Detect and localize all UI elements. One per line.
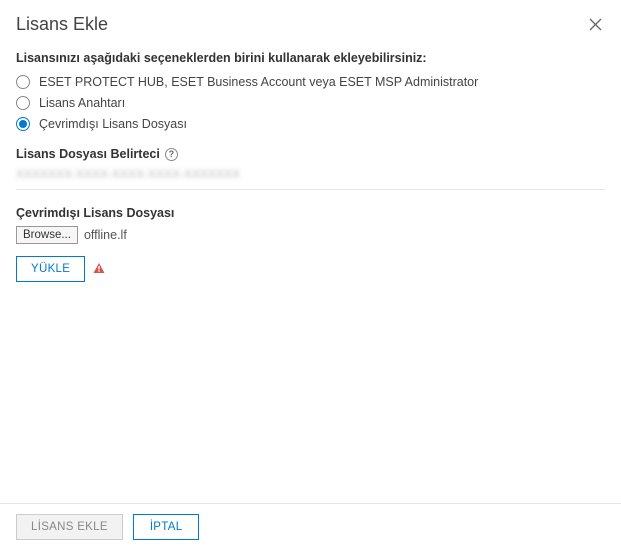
radio-label: Çevrimdışı Lisans Dosyası — [39, 117, 187, 131]
close-icon[interactable] — [585, 15, 605, 35]
instruction-text: Lisansınızı aşağıdaki seçeneklerden biri… — [16, 51, 605, 65]
radio-label: Lisans Anahtarı — [39, 96, 125, 110]
warning-icon — [93, 262, 105, 277]
radio-icon — [16, 96, 30, 110]
token-heading: Lisans Dosyası Belirteci ? — [16, 147, 605, 161]
help-icon[interactable]: ? — [165, 148, 178, 161]
license-method-radio-group: ESET PROTECT HUB, ESET Business Account … — [16, 75, 605, 131]
radio-option-key[interactable]: Lisans Anahtarı — [16, 96, 605, 110]
radio-label: ESET PROTECT HUB, ESET Business Account … — [39, 75, 478, 89]
add-license-button[interactable]: LİSANS EKLE — [16, 514, 123, 540]
radio-icon-selected — [16, 117, 30, 131]
offline-file-heading: Çevrimdışı Lisans Dosyası — [16, 206, 605, 220]
radio-icon — [16, 75, 30, 89]
dialog-footer: LİSANS EKLE İPTAL — [0, 503, 621, 550]
cancel-button[interactable]: İPTAL — [133, 514, 200, 540]
upload-button[interactable]: YÜKLE — [16, 256, 85, 282]
radio-option-hub[interactable]: ESET PROTECT HUB, ESET Business Account … — [16, 75, 605, 89]
divider — [16, 189, 605, 190]
radio-option-offline[interactable]: Çevrimdışı Lisans Dosyası — [16, 117, 605, 131]
dialog-title: Lisans Ekle — [16, 14, 108, 35]
browse-button[interactable]: Browse... — [16, 226, 78, 244]
selected-filename: offline.lf — [84, 228, 127, 242]
token-value: XXXXXXX-XXXX-XXXX-XXXX-XXXXXXX — [16, 167, 605, 181]
